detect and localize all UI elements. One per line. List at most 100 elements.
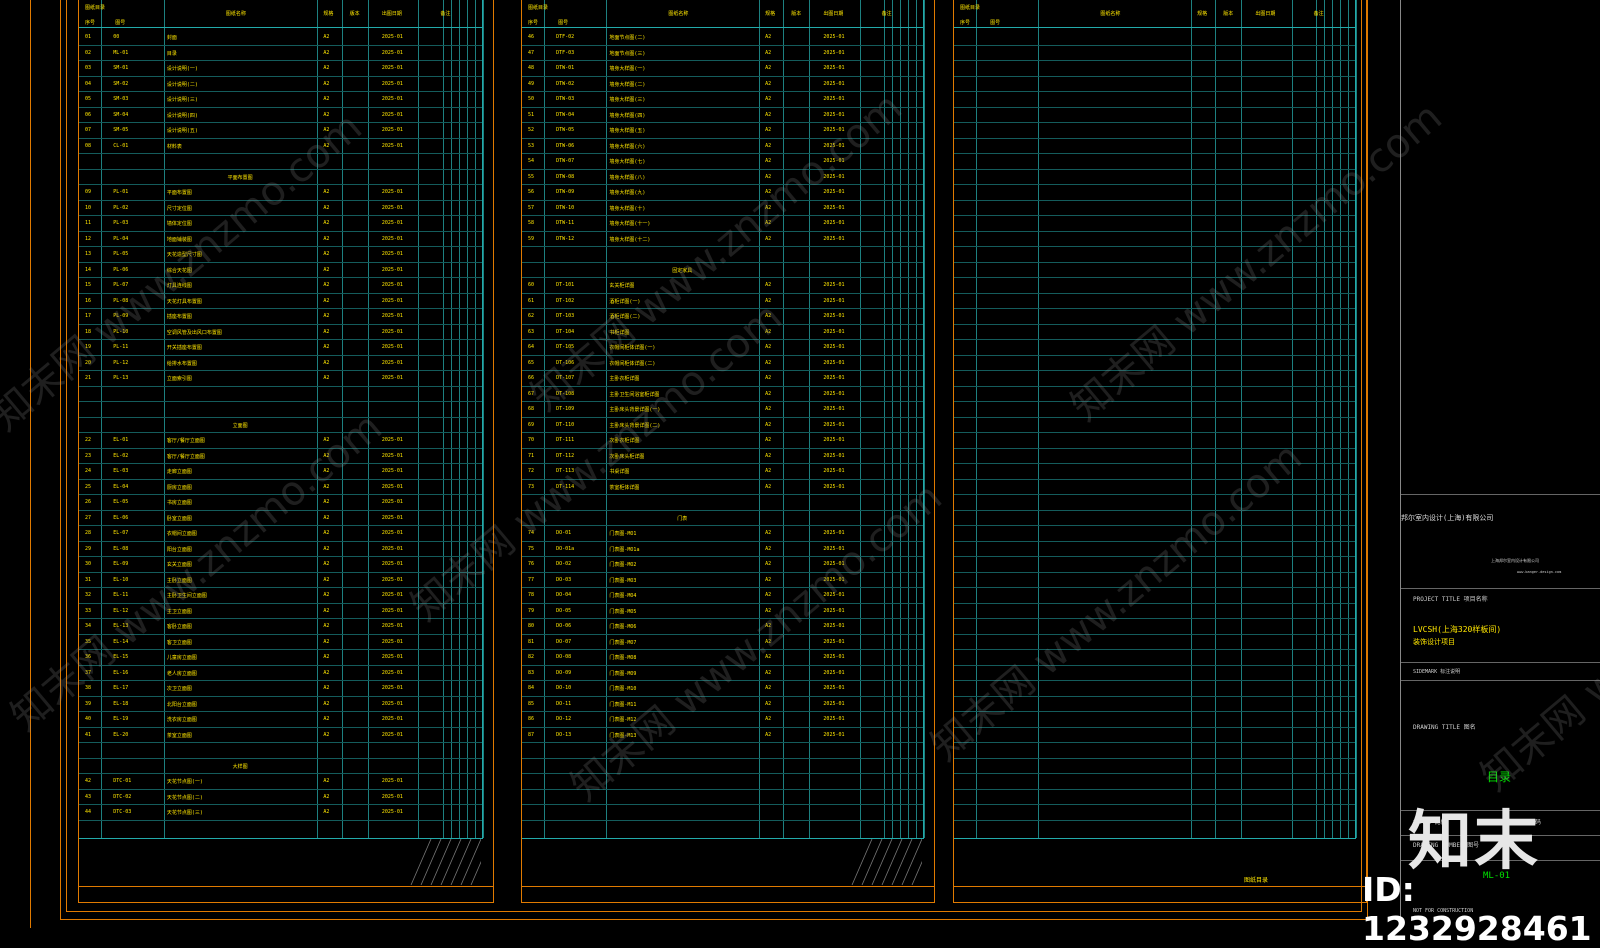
row-date: 2025-01	[381, 514, 403, 521]
row-size: A2	[323, 499, 330, 505]
row-size: A2	[323, 266, 330, 273]
row-date: 2025-01	[823, 437, 845, 443]
row-size: A2	[765, 530, 772, 536]
header-group-label: 图纸目录	[960, 5, 981, 11]
row-date: 2025-01	[381, 669, 403, 676]
header-name: 图纸名称	[225, 11, 246, 17]
row-name: 设计说明(三)	[166, 97, 198, 103]
table-row: 22 EL-01 客厅/餐厅立面图 A2 2025-01	[79, 432, 482, 449]
row-no: 53	[528, 142, 535, 149]
row-no: 25	[85, 483, 92, 490]
row-no: 49	[528, 80, 535, 87]
row-date: 2025-01	[381, 576, 403, 583]
table-row	[954, 29, 1355, 46]
row-no: 15	[85, 282, 92, 288]
table-row: 61 DT-102 酒柜详图(一) A2 2025-01	[522, 293, 923, 309]
row-code: DT-103	[556, 313, 575, 319]
row-size: A2	[323, 545, 330, 552]
row-no: 51	[528, 111, 535, 118]
row-name: 书房立面图	[166, 500, 192, 506]
section-title: 门表	[677, 515, 688, 522]
row-date: 2025-01	[823, 297, 845, 304]
row-date: 2025-01	[381, 731, 403, 738]
table-row	[954, 727, 1355, 743]
table-row: 19 PL-11 开关插座布置图 A2 2025-01	[79, 339, 482, 356]
row-code: DT-102	[556, 297, 575, 304]
row-name: 插座布置图	[166, 314, 192, 320]
row-no: 58	[528, 220, 535, 226]
row-code: DTW-03	[556, 96, 575, 102]
table-row	[954, 494, 1355, 511]
row-size: A2	[765, 406, 772, 412]
row-date: 2025-01	[823, 220, 845, 226]
row-name: 门表图-M10	[609, 686, 637, 692]
row-date: 2025-01	[823, 65, 845, 71]
row-no: 85	[528, 700, 535, 707]
row-name: 客厅/餐厅立面图	[166, 438, 205, 444]
row-code: DTW-11	[556, 220, 575, 226]
header-group-label: 图纸目录	[85, 5, 106, 11]
header-no: 序号	[960, 20, 971, 26]
table-row	[954, 138, 1355, 154]
row-no: 22	[85, 437, 92, 443]
row-size: A2	[765, 483, 772, 490]
row-code: PL-01	[113, 189, 129, 195]
row-code: DO-01a	[556, 545, 575, 552]
table-row: 68 DT-109 主卧床头背景详图(一) A2 2025-01	[522, 401, 923, 418]
table-row	[954, 432, 1355, 449]
table-row: 41 EL-20 茶室立面图 A2 2025-01	[79, 727, 482, 743]
row-no: 57	[528, 204, 535, 211]
row-size: A2	[323, 809, 330, 815]
row-no: 10	[85, 204, 92, 211]
row-name: 平面布置图	[166, 190, 192, 196]
row-code: EL-04	[113, 483, 129, 490]
header-no: 序号	[85, 20, 96, 26]
table-row	[954, 76, 1355, 92]
table-row: 42 DTC-01 天花节点图(一) A2 2025-01	[79, 773, 482, 790]
row-name: 开关插座布置图	[166, 345, 202, 351]
row-date: 2025-01	[823, 344, 845, 350]
row-date: 2025-01	[381, 80, 403, 87]
row-date: 2025-01	[381, 685, 403, 691]
row-no: 71	[528, 452, 535, 459]
row-no: 44	[85, 809, 92, 815]
row-code: DO-11	[556, 700, 572, 707]
row-name: 洗衣房立面图	[166, 717, 197, 723]
row-name: 材料表	[166, 143, 182, 150]
row-size: A2	[323, 313, 330, 319]
row-date: 2025-01	[381, 111, 403, 118]
row-code: EL-17	[113, 685, 129, 691]
row-date: 2025-01	[823, 483, 845, 490]
header-remark: 备注	[440, 11, 451, 17]
row-size: A2	[765, 111, 772, 118]
row-name: 客卫立面图	[166, 639, 192, 646]
table-row: 12 PL-04 地面铺装图 A2 2025-01	[79, 231, 482, 247]
header-version: 版本	[1223, 11, 1234, 17]
row-size: A2	[765, 545, 772, 552]
row-no: 04	[85, 80, 92, 87]
row-name: 门表图-MO6	[609, 624, 637, 630]
directory-table: 图纸目录 序号 图号 图纸名称 规格 版本 出图日期 备注 01 00 封面 A2 2025-01 02 M…	[79, 0, 484, 839]
row-size: A2	[323, 561, 330, 567]
row-name: 墙身大样图(一)	[609, 66, 646, 72]
row-size: A2	[765, 576, 772, 583]
row-name: 墙身大样图(三)	[609, 97, 646, 103]
row-size: A2	[765, 34, 772, 40]
row-size: A2	[323, 359, 330, 366]
row-date: 2025-01	[381, 592, 403, 598]
row-code: DO-12	[556, 716, 572, 722]
row-size: A2	[765, 142, 772, 149]
row-date: 2025-01	[823, 375, 845, 381]
row-name: 客厅/餐厅立面图	[166, 453, 205, 460]
hatch-pattern	[410, 839, 481, 885]
row-code: DO-06	[556, 623, 572, 629]
row-no: 42	[85, 778, 92, 784]
project-name-line2: 装饰设计项目	[1413, 638, 1455, 646]
row-no: 76	[528, 561, 535, 567]
row-date: 2025-01	[381, 623, 403, 629]
table-row: 46 DTF-02 地面节点图(二) A2 2025-01	[522, 29, 923, 46]
table-row: 06 SM-04 设计说明(四) A2 2025-01	[79, 107, 482, 123]
row-code: DT-110	[556, 421, 575, 428]
row-size: A2	[323, 530, 330, 536]
row-date: 2025-01	[823, 34, 845, 40]
